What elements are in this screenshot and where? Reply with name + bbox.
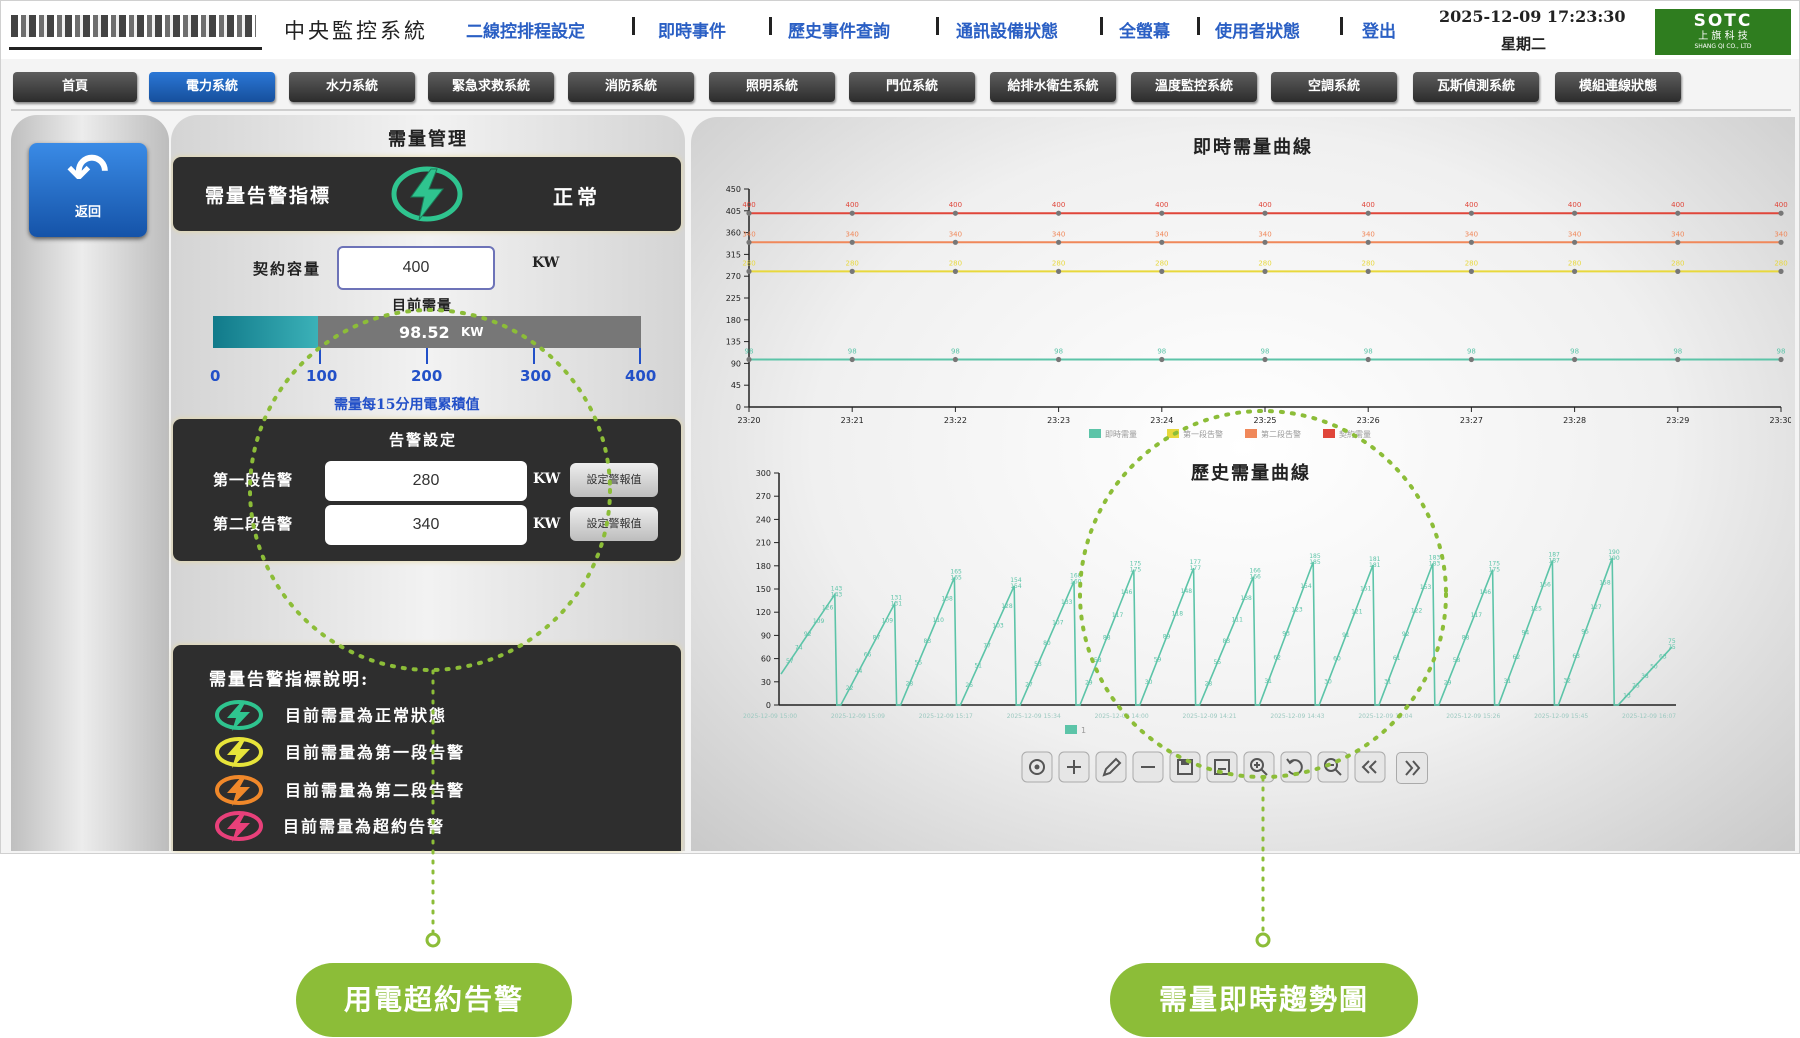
callout-label-trend: 需量即時趨勢圖 [1110, 963, 1418, 1037]
callout-ring-alarm [248, 308, 612, 672]
callout-overlay [248, 308, 1448, 948]
callout-label-alarm: 用電超約告警 [296, 963, 572, 1037]
callout-dot-alarm [425, 932, 441, 948]
callout-ring-trend [1078, 409, 1448, 779]
callout-dot-trend [1255, 932, 1271, 948]
